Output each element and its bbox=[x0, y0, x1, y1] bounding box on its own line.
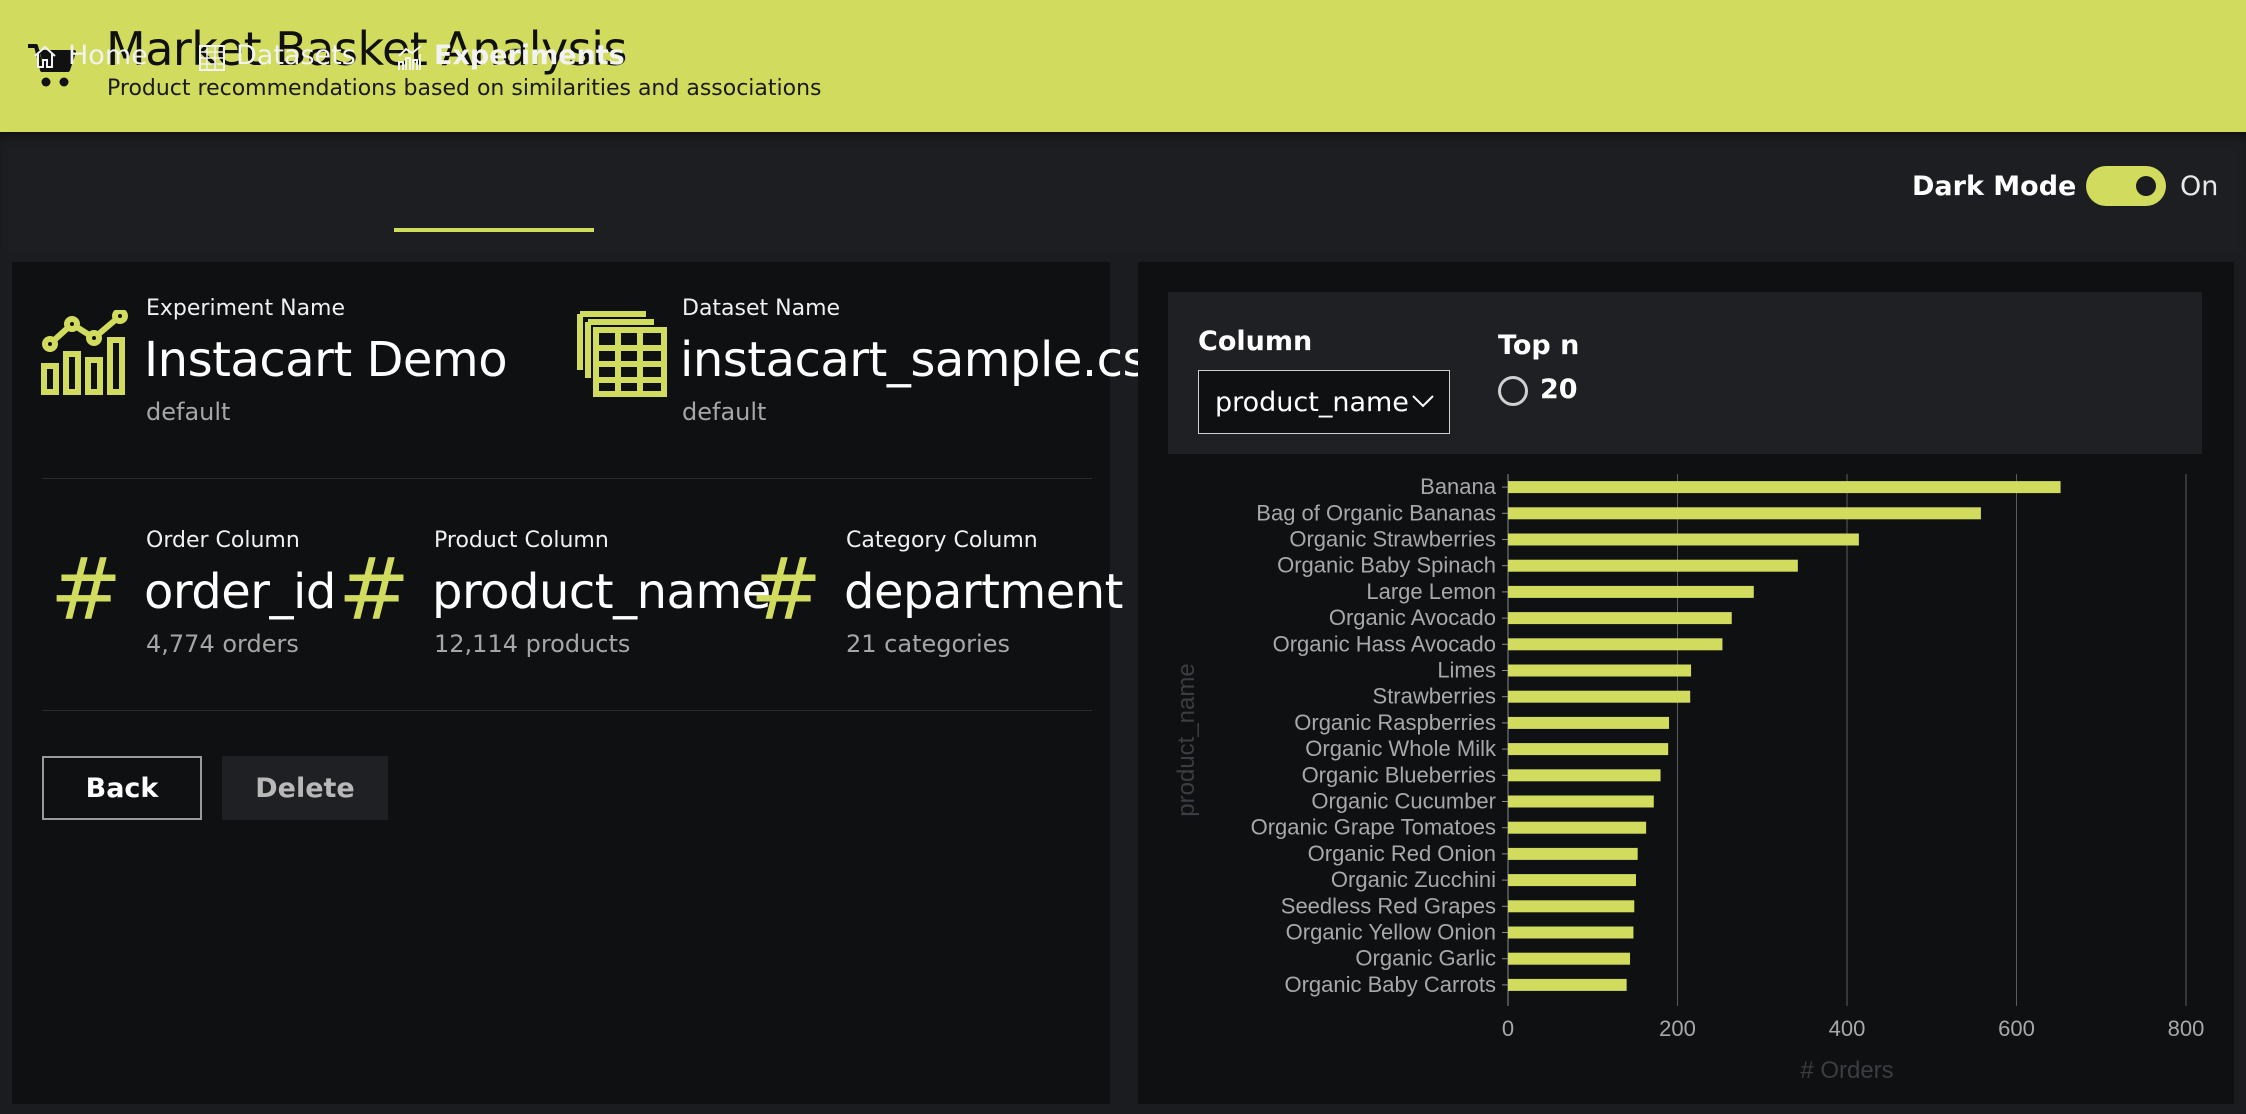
nav-label-experiments: Experiments bbox=[434, 40, 625, 71]
x-tick-label: 600 bbox=[1998, 1016, 2035, 1041]
back-button[interactable]: Back bbox=[42, 756, 202, 820]
column-label: Column bbox=[1198, 326, 1313, 357]
column-select[interactable]: product_name bbox=[1198, 370, 1450, 434]
dataset-icon bbox=[577, 311, 667, 397]
bar bbox=[1508, 585, 1754, 598]
category-label: Strawberries bbox=[1373, 684, 1496, 709]
bar bbox=[1508, 612, 1732, 625]
nav-bar bbox=[0, 132, 2246, 252]
category-column-sub: 21 categories bbox=[846, 630, 1010, 658]
bar bbox=[1508, 926, 1634, 939]
order-column-value: order_id bbox=[144, 564, 336, 620]
category-label: Seedless Red Grapes bbox=[1281, 893, 1496, 918]
product-column-label: Product Column bbox=[434, 528, 609, 553]
experiment-name: Instacart Demo bbox=[144, 332, 508, 388]
nav-item-home[interactable]: Home bbox=[32, 40, 148, 110]
topn-radio[interactable] bbox=[1498, 376, 1528, 406]
category-label: Organic Baby Spinach bbox=[1277, 553, 1496, 578]
chart-controls: Column product_name Top n 20 bbox=[1168, 292, 2202, 454]
bar bbox=[1508, 821, 1647, 834]
order-column-sub: 4,774 orders bbox=[146, 630, 299, 658]
order-column-label: Order Column bbox=[146, 528, 300, 553]
bar bbox=[1508, 559, 1798, 572]
category-label: Banana bbox=[1420, 474, 1497, 499]
nav-item-experiments[interactable]: Experiments bbox=[396, 40, 625, 110]
category-column-value: department bbox=[844, 564, 1123, 620]
category-label: Organic Raspberries bbox=[1294, 710, 1496, 735]
bar bbox=[1508, 481, 2061, 494]
bar bbox=[1508, 952, 1631, 965]
x-tick-label: 800 bbox=[2168, 1016, 2205, 1041]
category-label: Organic Red Onion bbox=[1308, 841, 1496, 866]
product-column-sub: 12,114 products bbox=[434, 630, 631, 658]
category-label: Organic Zucchini bbox=[1331, 867, 1496, 892]
x-tick-label: 200 bbox=[1659, 1016, 1696, 1041]
x-tick-label: 0 bbox=[1502, 1016, 1514, 1041]
column-select-value: product_name bbox=[1215, 386, 1409, 418]
dark-mode-label: Dark Mode bbox=[1912, 171, 2077, 202]
bar bbox=[1508, 664, 1692, 677]
topn-label: Top n bbox=[1498, 330, 1580, 361]
category-label: Organic Yellow Onion bbox=[1286, 920, 1496, 945]
divider bbox=[42, 478, 1092, 479]
nav-item-datasets[interactable]: Datasets bbox=[198, 40, 356, 110]
active-tab-indicator bbox=[394, 228, 594, 232]
toggle-knob bbox=[2136, 176, 2156, 196]
category-label: Organic Strawberries bbox=[1289, 527, 1496, 552]
experiment-name-label: Experiment Name bbox=[146, 296, 346, 321]
category-label: Organic Grape Tomatoes bbox=[1251, 815, 1496, 840]
y-axis-title: product_name bbox=[1173, 663, 1200, 816]
hash-icon: # bbox=[50, 540, 123, 640]
category-label: Organic Cucumber bbox=[1311, 789, 1496, 814]
category-label: Organic Hass Avocado bbox=[1273, 631, 1496, 656]
dataset-name: instacart_sample.csv bbox=[680, 332, 1175, 388]
chart-icon bbox=[398, 45, 422, 70]
home-icon bbox=[34, 45, 56, 68]
category-column-label: Category Column bbox=[846, 528, 1038, 553]
bar bbox=[1508, 847, 1638, 860]
hash-icon: # bbox=[750, 540, 823, 640]
analytics-icon bbox=[41, 310, 128, 395]
product-column-value: product_name bbox=[432, 564, 771, 620]
bar bbox=[1508, 716, 1670, 729]
dark-mode-state: On bbox=[2180, 171, 2219, 202]
bar bbox=[1508, 900, 1635, 913]
delete-button[interactable]: Delete bbox=[222, 756, 388, 820]
category-label: Organic Baby Carrots bbox=[1284, 972, 1496, 997]
bar bbox=[1508, 638, 1723, 651]
category-label: Limes bbox=[1437, 658, 1496, 683]
bar bbox=[1508, 874, 1636, 887]
bar bbox=[1508, 978, 1627, 991]
bar bbox=[1508, 743, 1669, 756]
bar bbox=[1508, 507, 1981, 520]
chevron-down-icon bbox=[1412, 395, 1434, 408]
table-icon bbox=[199, 45, 225, 71]
dataset-name-sub: default bbox=[682, 398, 767, 426]
experiment-name-sub: default bbox=[146, 398, 231, 426]
hash-icon: # bbox=[338, 540, 411, 640]
dark-mode-toggle[interactable] bbox=[2086, 166, 2166, 206]
category-label: Organic Avocado bbox=[1329, 605, 1496, 630]
category-label: Large Lemon bbox=[1366, 579, 1496, 604]
bar bbox=[1508, 769, 1661, 782]
divider bbox=[42, 710, 1092, 711]
category-label: Bag of Organic Bananas bbox=[1256, 500, 1496, 525]
bar bbox=[1508, 690, 1691, 703]
nav-label-home: Home bbox=[68, 40, 148, 71]
x-tick-label: 400 bbox=[1829, 1016, 1866, 1041]
topn-value: 20 bbox=[1540, 374, 1578, 405]
bar-chart: 0 200 400 600 800 BananaBag of Organic Banana… bbox=[1173, 474, 2205, 1082]
category-label: Organic Garlic bbox=[1355, 946, 1496, 971]
category-label: Organic Whole Milk bbox=[1305, 736, 1497, 761]
dataset-name-label: Dataset Name bbox=[682, 296, 841, 321]
nav-label-datasets: Datasets bbox=[236, 40, 356, 71]
category-label: Organic Blueberries bbox=[1302, 762, 1496, 787]
bar bbox=[1508, 795, 1654, 808]
bar bbox=[1508, 533, 1859, 546]
x-axis-title: # Orders bbox=[1800, 1057, 1893, 1082]
experiment-details-panel: Experiment Name Instacart Demo default D… bbox=[12, 262, 1175, 1104]
